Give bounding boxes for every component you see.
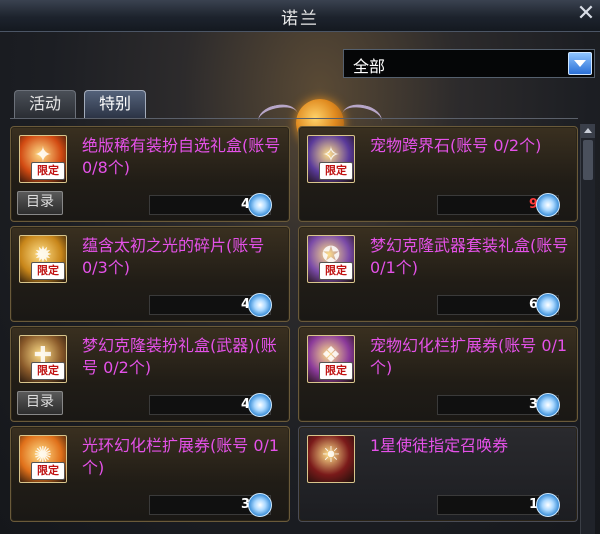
quantity-bar: 9 (437, 193, 560, 217)
shop-window: 诺兰 ✕ 全部 活动 特别 ✦ 限定 绝版稀有装扮自选礼盒(账号 0/8个) 目录 4 ✧… (0, 0, 600, 534)
apostle-summon-icon[interactable]: ☀ (307, 435, 355, 483)
item-name: 宠物跨界石(账号 0/2个) (370, 136, 542, 155)
item-name: 绝版稀有装扮自选礼盒(账号 0/8个) (82, 136, 281, 177)
currency-gem-icon (248, 393, 272, 417)
currency-gem-icon (536, 293, 560, 317)
currency-gem-icon (248, 193, 272, 217)
tab-activity[interactable]: 活动 (14, 90, 76, 118)
item-card[interactable]: ☀ 1星使徒指定召唤券 1 (298, 426, 578, 522)
aura-ticket-icon[interactable]: ✺ 限定 (19, 435, 67, 483)
clone-box-icon[interactable]: ✚ 限定 (19, 335, 67, 383)
item-name: 梦幻克隆装扮礼盒(武器)(账号 0/2个) (82, 336, 277, 377)
title-bar: 诺兰 ✕ (0, 0, 600, 32)
tab-special[interactable]: 特别 (84, 90, 146, 118)
item-card[interactable]: ✦ 限定 绝版稀有装扮自选礼盒(账号 0/8个) 目录 4 (10, 126, 290, 222)
quantity-bar: 3 (437, 393, 560, 417)
item-name: 蕴含太初之光的碎片(账号 0/3个) (82, 236, 265, 277)
item-card[interactable]: ✪ 限定 梦幻克隆武器套装礼盒(账号 0/1个) 6 (298, 226, 578, 322)
quantity-bar: 1 (437, 493, 560, 517)
item-card[interactable]: ✧ 限定 宠物跨界石(账号 0/2个) 9 (298, 126, 578, 222)
scroll-up-icon[interactable] (581, 124, 595, 138)
light-shard-icon[interactable]: ✹ 限定 (19, 235, 67, 283)
limited-badge: 限定 (319, 262, 353, 280)
catalog-button[interactable]: 目录 (17, 391, 63, 415)
quantity-bar: 4 (149, 393, 272, 417)
limited-badge: 限定 (31, 462, 65, 480)
item-icon-glyph: ☀ (321, 443, 341, 468)
item-card[interactable]: ❖ 限定 宠物幻化栏扩展券(账号 0/1个) 3 (298, 326, 578, 422)
currency-gem-icon (536, 493, 560, 517)
currency-gem-icon (248, 493, 272, 517)
window-title: 诺兰 (281, 9, 319, 29)
currency-gem-icon (248, 293, 272, 317)
limited-badge: 限定 (319, 362, 353, 380)
currency-gem-icon (536, 393, 560, 417)
item-name: 1星使徒指定召唤券 (370, 436, 509, 455)
filter-selected-value: 全部 (353, 57, 386, 76)
scrollbar[interactable] (580, 124, 595, 534)
limited-badge: 限定 (31, 162, 65, 180)
crystal-icon[interactable]: ✧ 限定 (307, 135, 355, 183)
item-grid: ✦ 限定 绝版稀有装扮自选礼盒(账号 0/8个) 目录 4 ✧ 限定 宠物跨界石(账号 0/2… (10, 124, 578, 534)
item-name: 宠物幻化栏扩展券(账号 0/1个) (370, 336, 568, 377)
quantity-bar: 4 (149, 293, 272, 317)
quantity-bar: 6 (437, 293, 560, 317)
pet-ticket-icon[interactable]: ❖ 限定 (307, 335, 355, 383)
chevron-down-icon[interactable] (568, 52, 592, 75)
item-name: 梦幻克隆武器套装礼盒(账号 0/1个) (370, 236, 569, 277)
scroll-thumb[interactable] (583, 140, 593, 180)
item-card[interactable]: ✹ 限定 蕴含太初之光的碎片(账号 0/3个) 4 (10, 226, 290, 322)
catalog-button[interactable]: 目录 (17, 191, 63, 215)
item-name: 光环幻化栏扩展券(账号 0/1个) (82, 436, 280, 477)
item-card[interactable]: ✚ 限定 梦幻克隆装扮礼盒(武器)(账号 0/2个) 目录 4 (10, 326, 290, 422)
gift-box-icon[interactable]: ✦ 限定 (19, 135, 67, 183)
close-icon[interactable]: ✕ (574, 2, 598, 26)
weapon-box-icon[interactable]: ✪ 限定 (307, 235, 355, 283)
filter-dropdown[interactable]: 全部 (343, 49, 595, 78)
limited-badge: 限定 (31, 362, 65, 380)
tab-divider (10, 118, 578, 119)
limited-badge: 限定 (31, 262, 65, 280)
quantity-bar: 3 (149, 493, 272, 517)
quantity-bar: 4 (149, 193, 272, 217)
item-card[interactable]: ✺ 限定 光环幻化栏扩展券(账号 0/1个) 3 (10, 426, 290, 522)
currency-gem-icon (536, 193, 560, 217)
limited-badge: 限定 (319, 162, 353, 180)
